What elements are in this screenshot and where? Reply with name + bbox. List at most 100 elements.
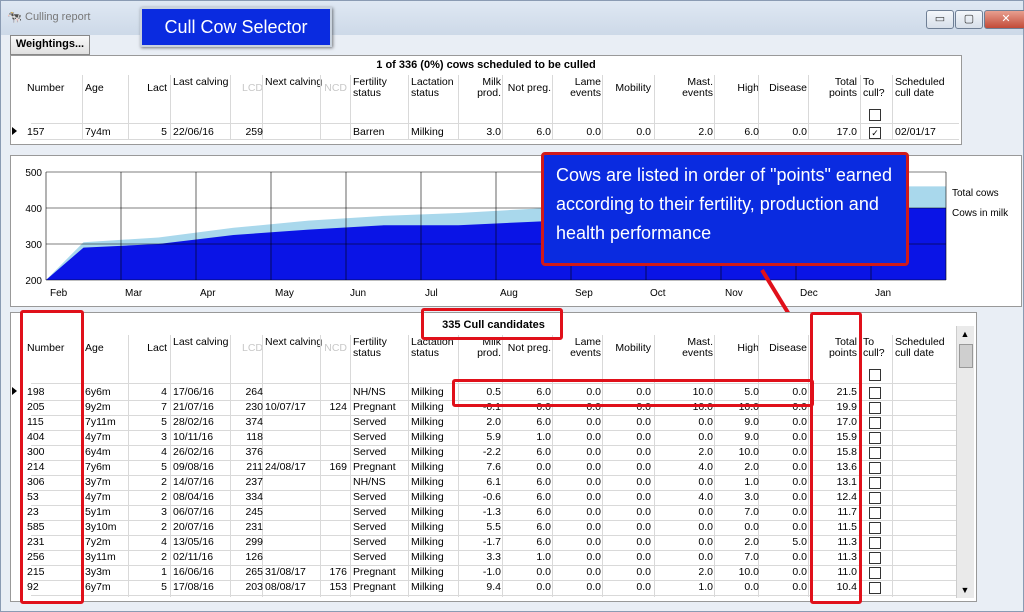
column-header-lcd[interactable]: LCD xyxy=(233,83,263,94)
cell-fertility-status[interactable]: Served xyxy=(353,550,407,564)
cell-last-calving[interactable]: 20/07/16 xyxy=(173,520,229,534)
cell-lame-events[interactable]: 0.0 xyxy=(555,430,601,444)
cell-lact[interactable]: 2 xyxy=(131,520,167,534)
cell-last-calving[interactable]: 22/06/16 xyxy=(173,125,229,139)
cell-fertility-status[interactable]: Served xyxy=(353,505,407,519)
cell-lame-events[interactable]: 0.0 xyxy=(555,475,601,489)
cell-mobility[interactable]: 0.0 xyxy=(605,125,651,139)
close-button[interactable]: ✕ xyxy=(984,10,1024,29)
cell-not-preg[interactable]: 0.0 xyxy=(505,580,551,594)
column-header-mobility[interactable]: Mobility xyxy=(605,343,651,354)
cell-age[interactable]: 3y3m xyxy=(85,565,131,579)
to-cull-all-checkbox[interactable] xyxy=(869,369,881,381)
cell-last-calving[interactable]: 16/06/16 xyxy=(173,565,229,579)
cell-age[interactable]: 9y2m xyxy=(85,400,131,414)
to-cull-checkbox[interactable] xyxy=(869,567,881,579)
cell-fertility-status[interactable]: NH/NS xyxy=(353,475,407,489)
column-header-not-preg[interactable]: Not preg. xyxy=(505,343,551,354)
to-cull-checkbox[interactable] xyxy=(869,432,881,444)
cell-mobility[interactable]: 0.0 xyxy=(605,535,651,549)
cell-high[interactable]: 0.0 xyxy=(717,580,759,594)
cell-age[interactable]: 7y2m xyxy=(85,535,131,549)
cell-milk-prod[interactable]: 2.0 xyxy=(461,415,501,429)
cell-high[interactable]: 2.0 xyxy=(717,535,759,549)
cell-age[interactable]: 3y7m xyxy=(85,475,131,489)
cell-last-calving[interactable]: 02/11/16 xyxy=(173,550,229,564)
cell-lcd[interactable]: 203 xyxy=(233,580,263,594)
cell-not-preg[interactable]: 1.0 xyxy=(505,430,551,444)
cell-disease[interactable]: 0.0 xyxy=(761,445,807,459)
cell-mobility[interactable]: 0.0 xyxy=(605,475,651,489)
cell-mast-events[interactable]: 2.0 xyxy=(657,445,713,459)
cell-mast-events[interactable]: 2.0 xyxy=(657,125,713,139)
cell-mobility[interactable]: 0.0 xyxy=(605,565,651,579)
cell-not-preg[interactable]: 6.0 xyxy=(505,445,551,459)
cell-lcd[interactable]: 118 xyxy=(233,430,263,444)
cell-lact[interactable]: 4 xyxy=(131,535,167,549)
cell-next-calving[interactable]: 31/08/17 xyxy=(265,565,323,579)
cell-not-preg[interactable]: 6.0 xyxy=(505,490,551,504)
cell-lcd[interactable]: 259 xyxy=(233,125,263,139)
cell-milk-prod[interactable]: 3.3 xyxy=(461,550,501,564)
to-cull-checkbox[interactable] xyxy=(869,552,881,564)
to-cull-checkbox[interactable] xyxy=(869,477,881,489)
column-header-last-calving[interactable]: Last calving xyxy=(173,337,229,348)
column-header-milk-prod[interactable]: Milk prod. xyxy=(461,337,501,359)
cell-lcd[interactable]: 374 xyxy=(233,415,263,429)
column-header-lame-events[interactable]: Lame events xyxy=(555,337,601,359)
cell-last-calving[interactable]: 06/07/16 xyxy=(173,505,229,519)
column-header-age[interactable]: Age xyxy=(85,83,131,94)
cell-fertility-status[interactable]: Served xyxy=(353,490,407,504)
cell-mobility[interactable]: 0.0 xyxy=(605,415,651,429)
cell-lame-events[interactable]: 0.0 xyxy=(555,550,601,564)
cell-lame-events[interactable]: 0.0 xyxy=(555,445,601,459)
cell-age[interactable]: 5y1m xyxy=(85,505,131,519)
cell-lcd[interactable]: 376 xyxy=(233,445,263,459)
cell-age[interactable]: 4y7m xyxy=(85,430,131,444)
cell-mobility[interactable]: 0.0 xyxy=(605,505,651,519)
to-cull-checkbox[interactable] xyxy=(869,402,881,414)
cell-last-calving[interactable]: 10/11/16 xyxy=(173,430,229,444)
column-header-mast-events[interactable]: Mast. events xyxy=(657,337,713,359)
cell-mast-events[interactable]: 0.0 xyxy=(657,430,713,444)
cell-disease[interactable]: 0.0 xyxy=(761,580,807,594)
cell-lactation-status[interactable]: Milking xyxy=(411,550,461,564)
cell-milk-prod[interactable]: -2.2 xyxy=(461,445,501,459)
column-header-scheduled-cull-date[interactable]: Scheduled cull date xyxy=(895,337,955,359)
to-cull-checkbox[interactable] xyxy=(869,387,881,399)
cell-mast-events[interactable]: 4.0 xyxy=(657,460,713,474)
cell-age[interactable]: 6y6m xyxy=(85,385,131,399)
cell-fertility-status[interactable]: Pregnant xyxy=(353,580,407,594)
column-header-not-preg[interactable]: Not preg. xyxy=(505,83,551,94)
cell-mast-events[interactable]: 2.0 xyxy=(657,565,713,579)
cell-milk-prod[interactable]: -1.0 xyxy=(461,565,501,579)
weightings-button[interactable]: Weightings... xyxy=(10,35,90,55)
cell-milk-prod[interactable]: 9.4 xyxy=(461,580,501,594)
cell-total-points[interactable]: 17.0 xyxy=(811,125,857,139)
cell-age[interactable]: 3y11m xyxy=(85,550,131,564)
cell-lact[interactable]: 2 xyxy=(131,490,167,504)
cell-lact[interactable]: 5 xyxy=(131,580,167,594)
cell-fertility-status[interactable]: Pregnant xyxy=(353,565,407,579)
cell-not-preg[interactable]: 1.0 xyxy=(505,550,551,564)
cell-milk-prod[interactable]: 6.1 xyxy=(461,475,501,489)
scroll-thumb[interactable] xyxy=(959,344,973,368)
column-header-lact[interactable]: Lact xyxy=(131,343,167,354)
cell-lame-events[interactable]: 0.0 xyxy=(555,520,601,534)
column-header-high[interactable]: High xyxy=(717,83,759,94)
cell-not-preg[interactable]: 6.0 xyxy=(505,415,551,429)
cell-high[interactable]: 7.0 xyxy=(717,505,759,519)
column-header-total-points[interactable]: Total points xyxy=(811,77,857,99)
cell-disease[interactable]: 0.0 xyxy=(761,565,807,579)
cell-disease[interactable]: 0.0 xyxy=(761,550,807,564)
column-header-next-calving[interactable]: Next calving xyxy=(265,77,323,88)
cell-lcd[interactable]: 264 xyxy=(233,385,263,399)
cell-high[interactable]: 2.0 xyxy=(717,460,759,474)
cell-lactation-status[interactable]: Milking xyxy=(411,475,461,489)
cell-lcd[interactable]: 231 xyxy=(233,520,263,534)
cell-lcd[interactable]: 265 xyxy=(233,565,263,579)
column-header-lcd[interactable]: LCD xyxy=(233,343,263,354)
column-header-number[interactable]: Number xyxy=(27,83,77,94)
cell-lact[interactable]: 2 xyxy=(131,550,167,564)
cell-ncd[interactable]: 176 xyxy=(323,565,347,579)
